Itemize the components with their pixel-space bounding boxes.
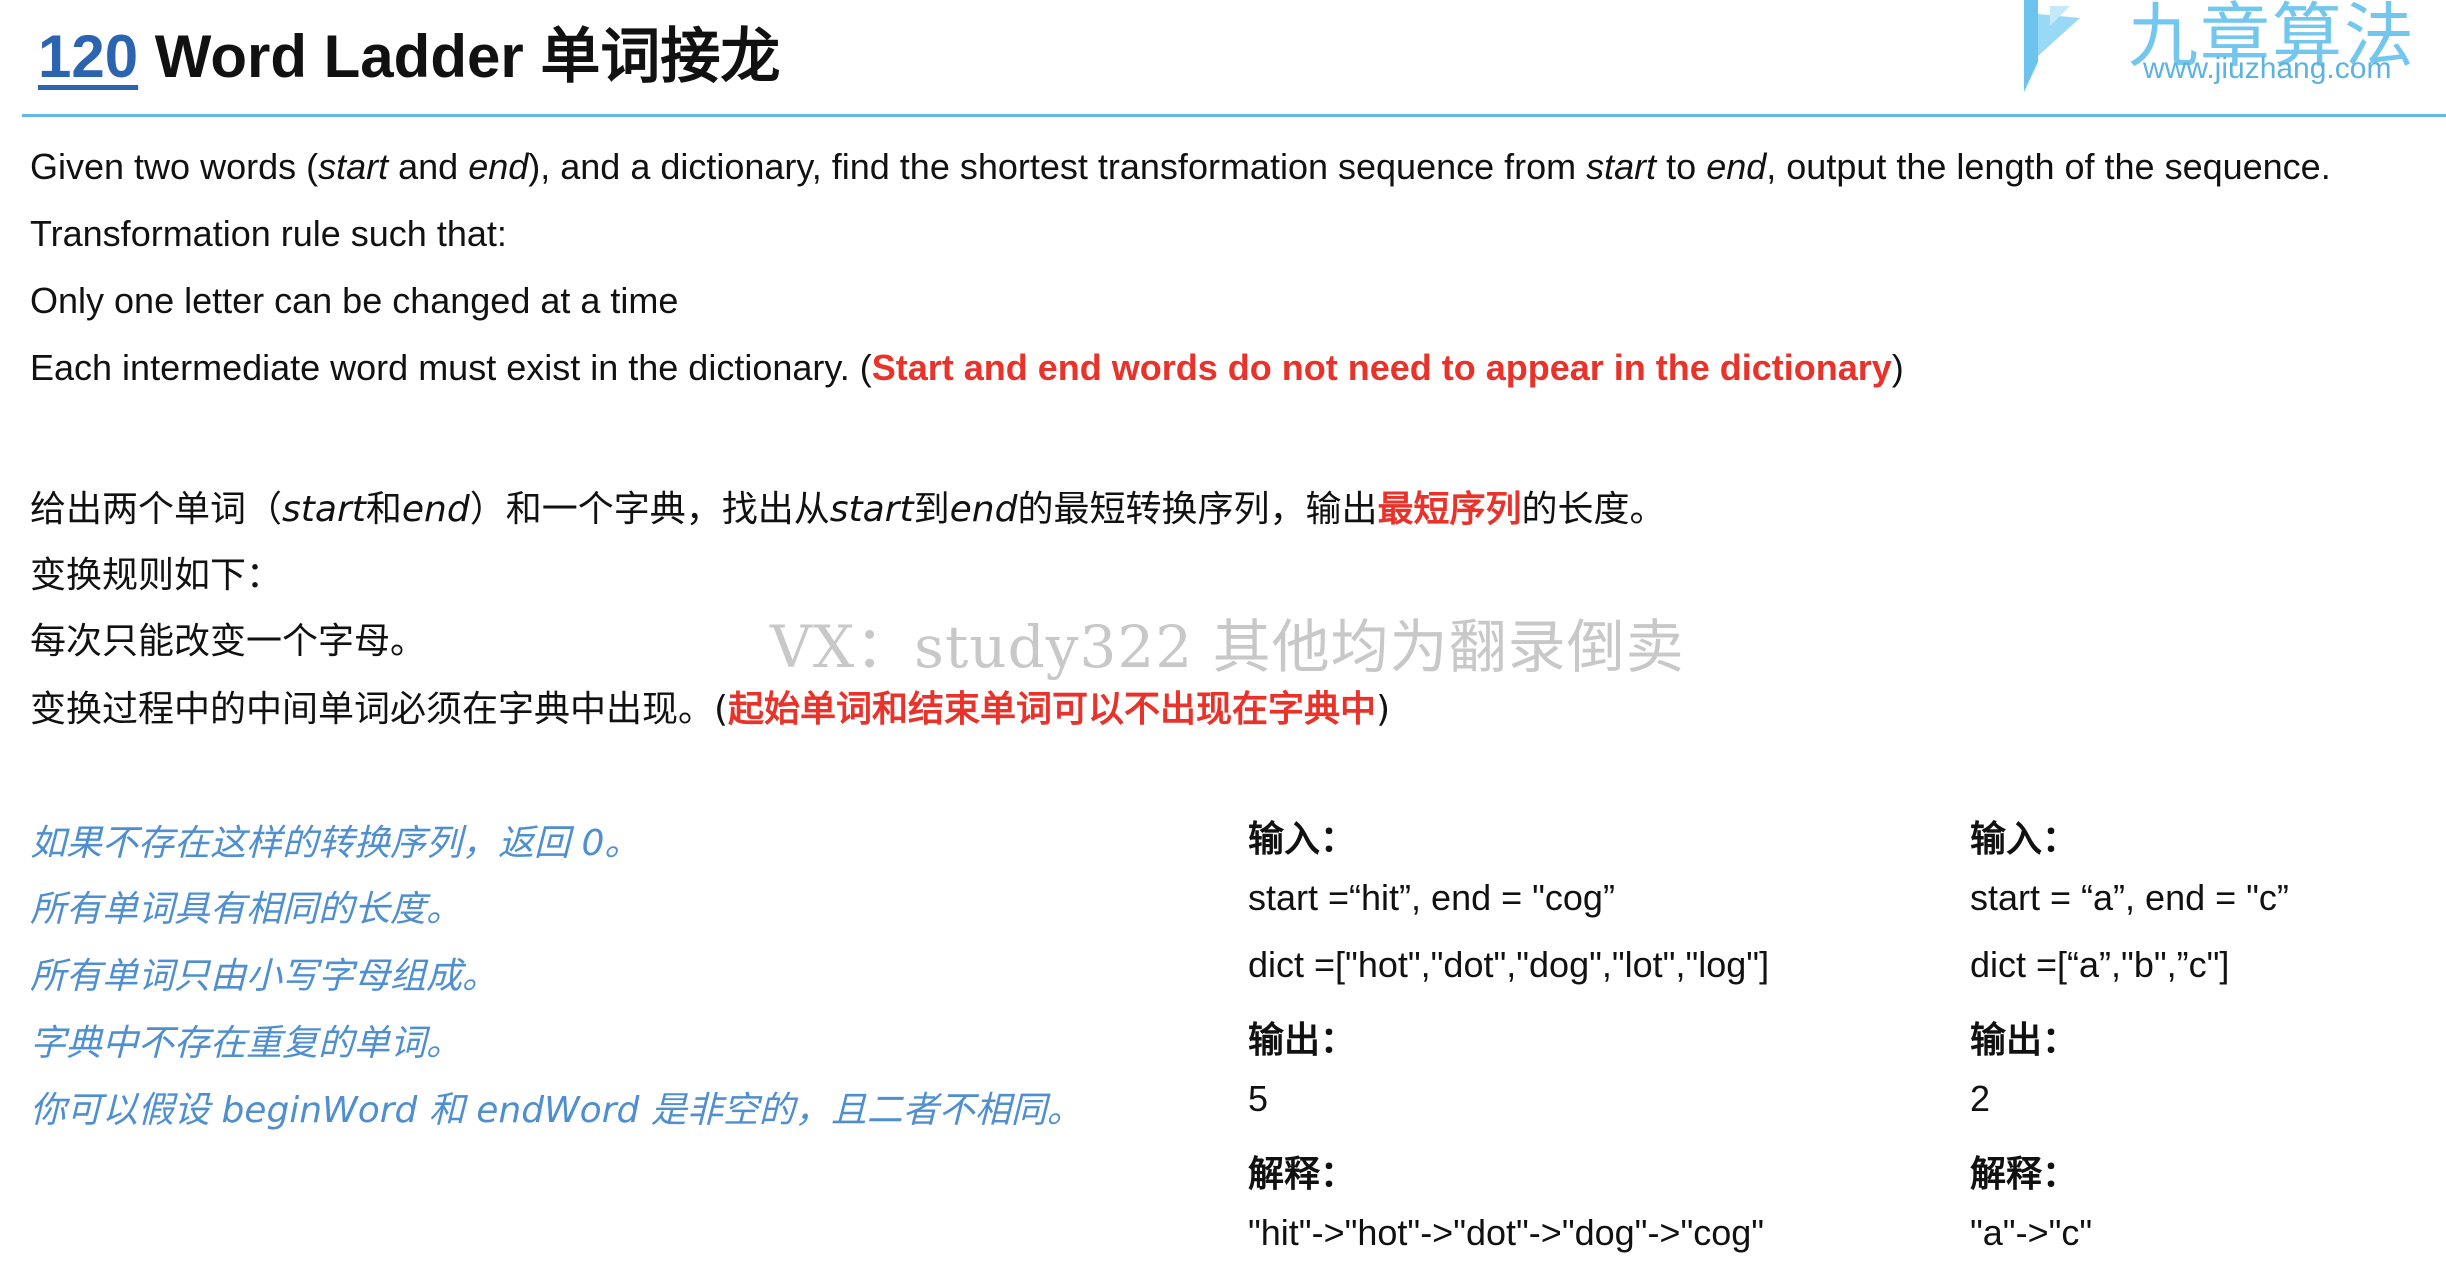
page-title: 120 Word Ladder 单词接龙: [38, 8, 780, 95]
logo-mark-icon: [2024, 0, 2038, 92]
example-output-label: 输出：: [1248, 1020, 1357, 1061]
highlight-red: Start and end words do not need to appea…: [871, 347, 1892, 388]
example-start-line: start = “a”, end = "c”: [1970, 877, 2289, 918]
example-output-value: 5: [1248, 1078, 1269, 1119]
example-output-label: 输出：: [1970, 1020, 2079, 1061]
example-input-label: 输入：: [1248, 819, 1357, 860]
desc-cn-line1: 给出两个单词（start和end）和一个字典，找出从start到end的最短转换…: [30, 489, 1666, 530]
example-dict-line: dict =["hot","dot","dog","lot","log"]: [1248, 944, 1770, 985]
desc-en-line3: Only one letter can be changed at a time: [30, 280, 679, 321]
header-divider: [22, 114, 2446, 117]
desc-en-line2: Transformation rule such that:: [30, 213, 507, 254]
example-dict-line: dict =[“a”,"b",”c"]: [1970, 944, 2230, 985]
note-item: 所有单词只由小写字母组成。: [30, 956, 499, 997]
desc-cn-line3: 每次只能改变一个字母。: [30, 621, 427, 662]
example-explain-label: 解释：: [1248, 1154, 1357, 1195]
desc-cn-line2: 变换规则如下：: [30, 555, 283, 596]
logo-url: www.jiuzhang.com: [2143, 52, 2392, 85]
desc-cn-line4: 变换过程中的中间单词必须在字典中出现。(起始单词和结束单词可以不出现在字典中): [30, 689, 1391, 730]
desc-en-line4: Each intermediate word must exist in the…: [30, 347, 1904, 388]
desc-en-line1: Given two words (start and end), and a d…: [30, 146, 2331, 187]
example-input-label: 输入：: [1970, 819, 2079, 860]
example-explain-label: 解释：: [1970, 1154, 2079, 1195]
highlight-red: 起始单词和结束单词可以不出现在字典中: [728, 689, 1377, 730]
highlight-red: 最短序列: [1377, 489, 1522, 530]
note-item: 你可以假设 beginWord 和 endWord 是非空的，且二者不相同。: [30, 1090, 1083, 1131]
example-explain-value: "hit"->"hot"->"dot"->"dog"->"cog": [1248, 1212, 1765, 1253]
example-explain-value: "a"->"c": [1970, 1212, 2093, 1253]
note-item: 字典中不存在重复的单词。: [30, 1023, 463, 1064]
watermark: VX：study322 其他均为翻录倒卖: [770, 613, 1685, 681]
problem-title: Word Ladder 单词接龙: [154, 23, 781, 90]
example-start-line: start =“hit”, end = "cog”: [1248, 877, 1615, 918]
example-output-value: 2: [1970, 1078, 1991, 1119]
note-item: 所有单词具有相同的长度。: [30, 889, 463, 930]
problem-number[interactable]: 120: [38, 23, 138, 90]
note-item: 如果不存在这样的转换序列，返回 0。: [30, 823, 641, 864]
